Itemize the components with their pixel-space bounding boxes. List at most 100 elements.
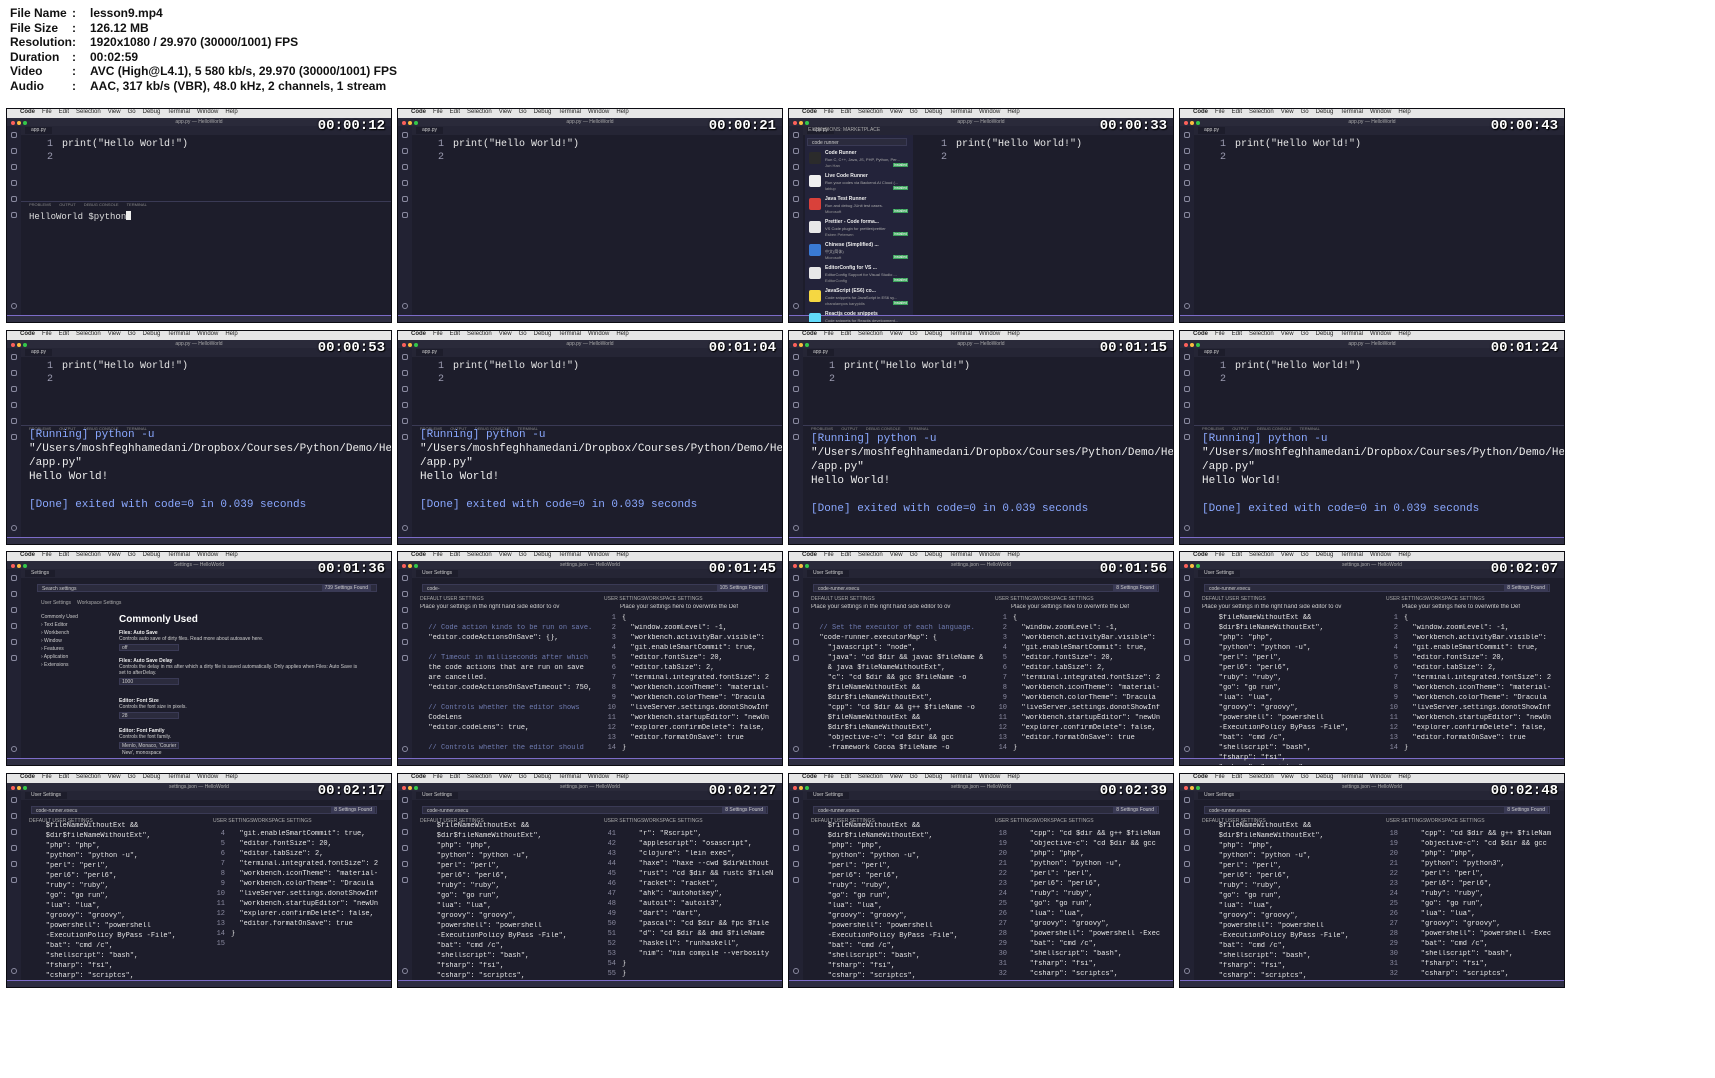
menu-item[interactable]: View (108, 331, 121, 337)
menu-item[interactable]: Window (588, 774, 609, 780)
minimize-window-button[interactable] (17, 785, 21, 790)
zoom-window-button[interactable] (23, 121, 27, 125)
app-menu-code[interactable]: Code (1193, 109, 1208, 115)
menu-item[interactable]: View (1281, 109, 1294, 115)
workspace-settings-header[interactable]: WORKSPACE SETTINGS (644, 596, 703, 602)
menu-item[interactable]: Window (979, 109, 1000, 115)
menu-item[interactable]: Edit (450, 552, 460, 558)
menu-item[interactable]: Selection (858, 109, 883, 115)
app-menu-code[interactable]: Code (802, 774, 817, 780)
menu-item[interactable]: Help (225, 774, 237, 780)
app-menu-code[interactable]: Code (1193, 331, 1208, 337)
workspace-settings-header[interactable]: WORKSPACE SETTINGS (1035, 596, 1094, 602)
user-settings-header[interactable]: USER SETTINGS (1386, 596, 1426, 602)
debug-icon[interactable] (1184, 401, 1190, 408)
menu-item[interactable]: Window (197, 331, 218, 337)
menu-item[interactable]: Go (1301, 331, 1309, 337)
menu-item[interactable]: File (1215, 774, 1225, 780)
close-window-button[interactable] (402, 121, 406, 125)
menu-item[interactable]: View (108, 109, 121, 115)
debug-icon[interactable] (402, 623, 408, 629)
menu-item[interactable]: Help (1007, 109, 1019, 115)
explorer-icon[interactable] (793, 796, 799, 803)
extensions-icon[interactable] (11, 860, 17, 867)
editor-tab[interactable]: User Settings (1198, 570, 1241, 577)
explorer-icon[interactable] (793, 132, 799, 138)
extensions-icon[interactable] (793, 860, 799, 867)
menu-item[interactable]: Go (128, 331, 136, 337)
source-control-icon[interactable] (1184, 164, 1190, 170)
workspace-settings-header[interactable]: WORKSPACE SETTINGS (1035, 818, 1094, 824)
menu-item[interactable]: Go (519, 331, 527, 337)
panel-tab[interactable]: OUTPUT (841, 426, 857, 431)
close-window-button[interactable] (793, 785, 797, 790)
menu-item[interactable]: Help (1007, 552, 1019, 558)
settings-gear-icon[interactable] (793, 524, 799, 531)
source-control-icon[interactable] (1184, 385, 1190, 392)
menu-item[interactable]: Edit (450, 331, 460, 337)
code-editor[interactable]: 1 print("Hello World!") 2 (807, 361, 1169, 387)
zoom-window-button[interactable] (414, 564, 418, 568)
source-control-icon[interactable] (11, 607, 17, 613)
editor-tab[interactable]: app.py (416, 348, 444, 356)
search-icon[interactable] (793, 812, 799, 819)
search-icon[interactable] (793, 369, 799, 376)
close-window-button[interactable] (793, 342, 797, 347)
settings-search-input[interactable]: code-runner.execu (422, 805, 768, 814)
search-icon[interactable] (11, 591, 17, 597)
menu-item[interactable]: Help (225, 331, 237, 337)
menu-item[interactable]: File (433, 552, 443, 558)
settings-search-input[interactable]: code-runner.execu (813, 584, 1159, 592)
app-menu-code[interactable]: Code (411, 552, 426, 558)
editor-tab[interactable]: app.py (416, 127, 444, 134)
menu-item[interactable]: Selection (76, 109, 101, 115)
user-settings-editor[interactable]: 41 "r": "Rscript", 42 "applescript": "osa… (602, 830, 780, 980)
editor-tab[interactable]: app.py (25, 348, 53, 356)
menu-item[interactable]: Terminal (558, 774, 581, 780)
extensions-search-input[interactable]: code runner (807, 138, 907, 146)
settings-gear-icon[interactable] (11, 303, 17, 309)
settings-gear-icon[interactable] (402, 967, 408, 974)
explorer-icon[interactable] (402, 353, 408, 360)
code-editor[interactable]: 1 print("Hello World!") 2 (1198, 139, 1560, 165)
close-window-button[interactable] (402, 564, 406, 568)
search-icon[interactable] (11, 369, 17, 376)
debug-icon[interactable] (402, 401, 408, 408)
debug-icon[interactable] (793, 623, 799, 629)
source-control-icon[interactable] (11, 828, 17, 835)
close-window-button[interactable] (11, 785, 15, 790)
run-icon[interactable] (1184, 876, 1190, 883)
settings-nav-item[interactable]: › Window (41, 638, 78, 646)
menu-item[interactable]: Debug (925, 331, 943, 337)
settings-gear-icon[interactable] (402, 303, 408, 309)
app-menu-code[interactable]: Code (802, 552, 817, 558)
zoom-window-button[interactable] (805, 121, 809, 125)
menu-item[interactable]: Edit (841, 774, 851, 780)
settings-gear-icon[interactable] (11, 524, 17, 531)
panel-tab[interactable]: PROBLEMS (811, 426, 833, 431)
settings-search-input[interactable]: code-runner.execu (1204, 805, 1550, 814)
source-control-icon[interactable] (1184, 828, 1190, 835)
extension-item[interactable]: JavaScript (ES6) co... Code snippets for … (807, 287, 911, 311)
settings-nav-item[interactable]: › Text Editor (41, 622, 78, 630)
run-icon[interactable] (793, 212, 799, 218)
menu-item[interactable]: Edit (450, 774, 460, 780)
panel-tab[interactable]: OUTPUT (1232, 426, 1248, 431)
menu-item[interactable]: Edit (1232, 774, 1242, 780)
workspace-settings-header[interactable]: WORKSPACE SETTINGS (253, 818, 312, 824)
explorer-icon[interactable] (1184, 796, 1190, 803)
minimize-window-button[interactable] (17, 121, 21, 125)
zoom-window-button[interactable] (414, 342, 418, 347)
menu-item[interactable]: Terminal (1340, 774, 1363, 780)
menu-item[interactable]: Go (910, 552, 918, 558)
menu-item[interactable]: Edit (59, 109, 69, 115)
menu-item[interactable]: File (42, 774, 52, 780)
settings-gear-icon[interactable] (793, 303, 799, 309)
code-editor[interactable]: 1 print("Hello World!") 2 (416, 361, 778, 387)
extension-item[interactable]: Code Runner Run C, C++, Java, JS, PHP, Py… (807, 149, 911, 173)
menu-item[interactable]: Help (1398, 774, 1410, 780)
source-control-icon[interactable] (793, 828, 799, 835)
zoom-window-button[interactable] (1196, 564, 1200, 568)
menu-item[interactable]: Debug (143, 552, 161, 558)
user-settings-editor[interactable]: 18 "cpp": "cd $dir && g++ $fileNam 19 "ob… (1384, 830, 1562, 980)
